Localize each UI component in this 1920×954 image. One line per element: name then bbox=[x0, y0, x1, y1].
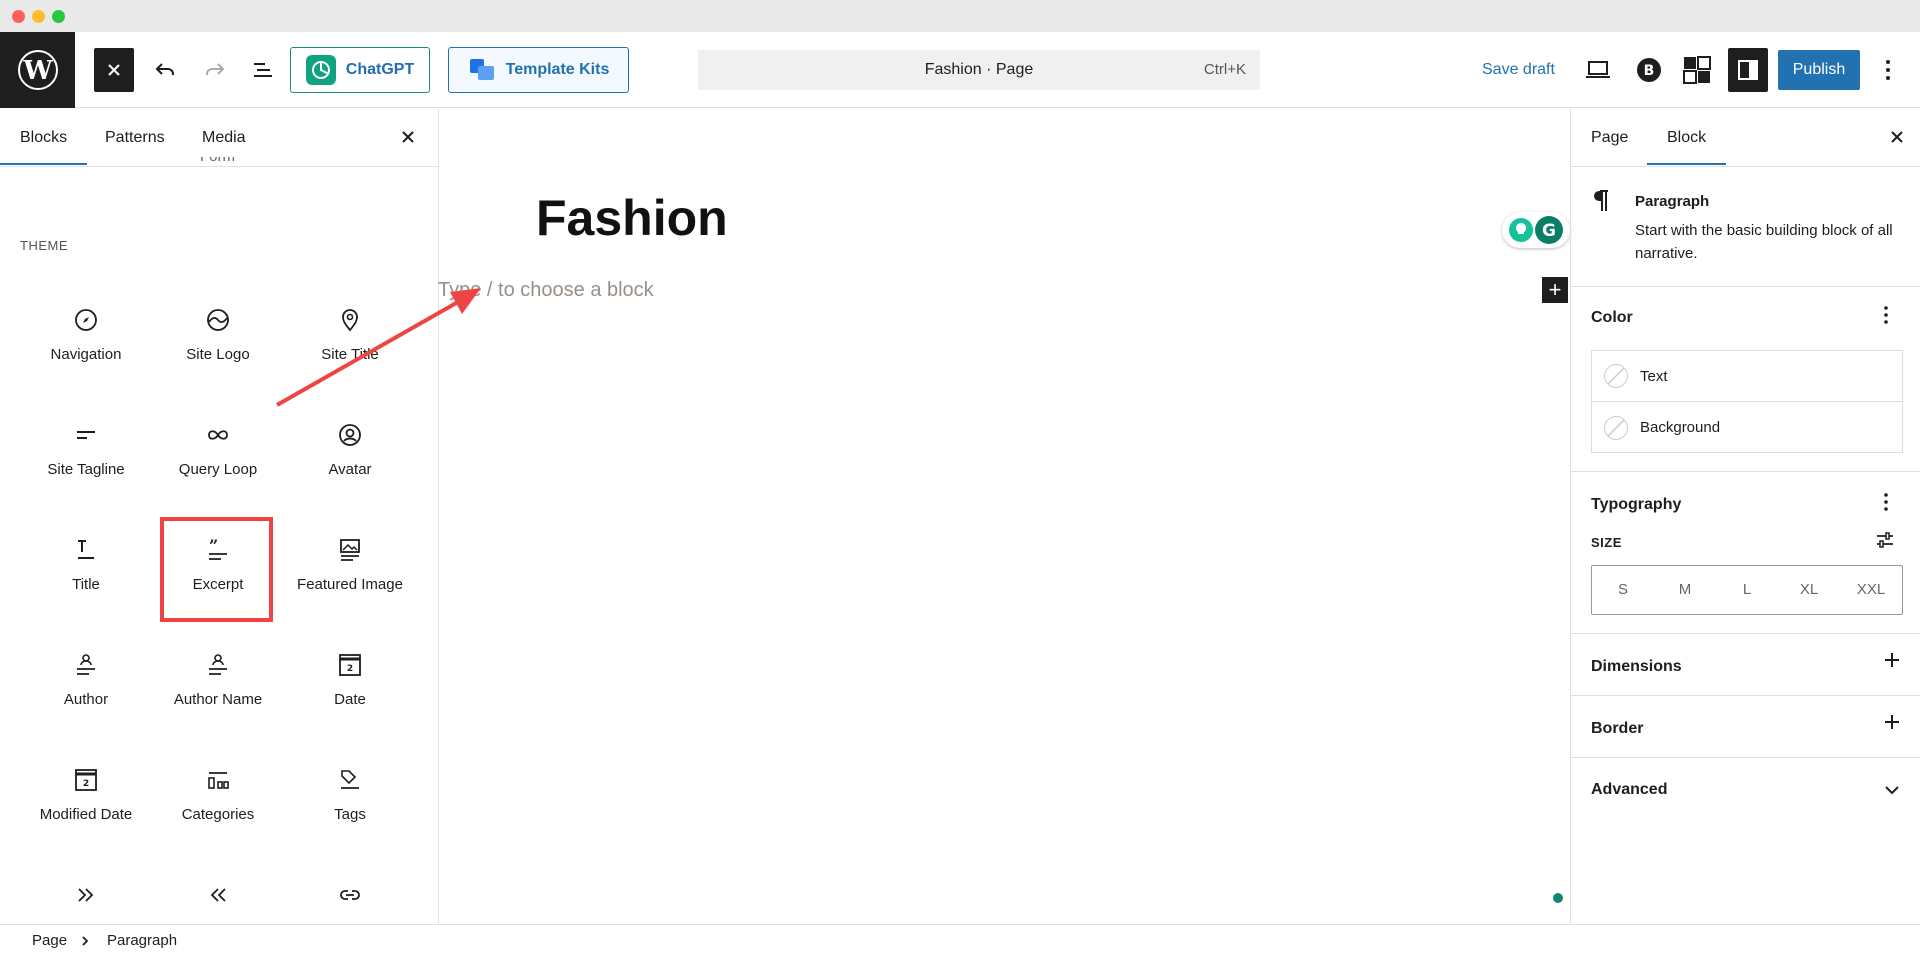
panel-divider bbox=[1571, 695, 1920, 696]
chevron-right-icon bbox=[82, 936, 89, 946]
font-size-picker: S M L XL XXL bbox=[1591, 565, 1903, 615]
breadcrumb-paragraph[interactable]: Paragraph bbox=[107, 932, 177, 949]
color-background-item[interactable]: Background bbox=[1592, 402, 1902, 453]
sliders-icon bbox=[1877, 532, 1893, 548]
size-option-s[interactable]: S bbox=[1592, 566, 1654, 614]
size-label: SIZE bbox=[1591, 535, 1622, 550]
advanced-toggle-button[interactable] bbox=[1883, 781, 1901, 799]
close-icon bbox=[1891, 131, 1903, 143]
size-option-xxl[interactable]: XXL bbox=[1840, 566, 1902, 614]
empty-swatch-icon bbox=[1604, 415, 1628, 440]
block-card: Paragraph Start with the basic building … bbox=[1571, 167, 1920, 287]
plus-icon bbox=[1885, 653, 1899, 667]
panel-divider bbox=[1571, 757, 1920, 758]
add-border-button[interactable] bbox=[1883, 713, 1901, 731]
chevron-down-icon bbox=[1885, 786, 1899, 795]
size-option-l[interactable]: L bbox=[1716, 566, 1778, 614]
border-panel-title[interactable]: Border bbox=[1591, 720, 1643, 738]
kebab-icon bbox=[1884, 493, 1888, 511]
add-dimensions-button[interactable] bbox=[1883, 651, 1901, 669]
custom-size-button[interactable] bbox=[1875, 531, 1895, 549]
color-panel-title: Color bbox=[1591, 309, 1633, 326]
size-option-m[interactable]: M bbox=[1654, 566, 1716, 614]
color-item-label: Text bbox=[1640, 367, 1668, 385]
settings-sidebar: Page Block Paragraph Start with the basi… bbox=[1570, 109, 1920, 924]
dimensions-panel-title[interactable]: Dimensions bbox=[1591, 658, 1682, 676]
breadcrumb-page[interactable]: Page bbox=[32, 932, 67, 949]
sidebar-tabs: Page Block bbox=[1571, 109, 1920, 167]
typography-options-button[interactable] bbox=[1883, 492, 1889, 512]
size-option-xl[interactable]: XL bbox=[1778, 566, 1840, 614]
paragraph-icon bbox=[1594, 190, 1608, 211]
kebab-icon bbox=[1884, 306, 1888, 324]
color-options-button[interactable] bbox=[1883, 305, 1889, 325]
breadcrumb: Page Paragraph bbox=[0, 924, 1920, 954]
panel-divider bbox=[1571, 471, 1920, 472]
plus-icon bbox=[1885, 715, 1899, 729]
empty-swatch-icon bbox=[1604, 364, 1628, 388]
tab-block[interactable]: Block bbox=[1646, 129, 1727, 165]
color-text-item[interactable]: Text bbox=[1592, 351, 1902, 402]
advanced-panel-title[interactable]: Advanced bbox=[1591, 781, 1667, 799]
block-name: Paragraph bbox=[1635, 193, 1710, 210]
block-description: Start with the basic building block of a… bbox=[1635, 222, 1893, 262]
close-sidebar-button[interactable] bbox=[1889, 129, 1905, 145]
tab-page[interactable]: Page bbox=[1591, 129, 1628, 147]
panel-divider bbox=[1571, 633, 1920, 634]
typography-panel-title: Typography bbox=[1591, 496, 1682, 513]
color-settings-list: Text Background bbox=[1591, 350, 1903, 453]
color-item-label: Background bbox=[1640, 419, 1721, 436]
